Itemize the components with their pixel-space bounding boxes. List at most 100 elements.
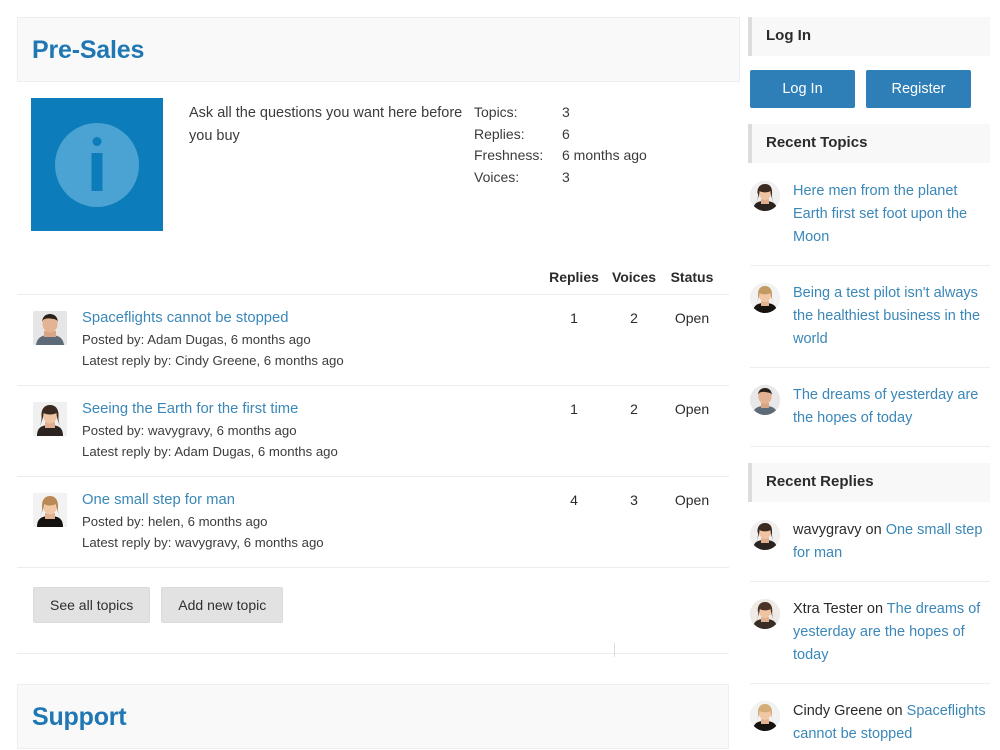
avatar <box>33 493 67 527</box>
topic-title-link[interactable]: Spaceflights cannot be stopped <box>82 309 289 328</box>
column-header-voices: Voices <box>611 269 657 285</box>
topic-voices-count: 2 <box>630 310 638 326</box>
forum-page: Pre-Sales Ask all the questions you want… <box>0 0 1000 750</box>
stat-row: Voices: 3 <box>474 167 647 189</box>
avatar <box>750 520 780 550</box>
text-cursor-artifact <box>614 643 615 657</box>
list-item[interactable]: wavygravy on One small step for man <box>750 502 990 582</box>
forum-description: Ask all the questions you want here befo… <box>189 105 463 144</box>
avatar <box>750 181 780 211</box>
reply-author: wavygravy <box>793 522 862 538</box>
see-all-topics-button[interactable]: See all topics <box>33 587 151 623</box>
stat-label: Replies: <box>474 125 525 142</box>
avatar <box>750 283 780 313</box>
list-item-text: The dreams of yesterday are the hopes of… <box>780 384 986 430</box>
table-row[interactable]: One small step for man Posted by: helen,… <box>17 477 729 568</box>
status-badge: Open <box>674 492 710 508</box>
topic-posted-by: Posted by: helen, 6 months ago <box>82 514 268 529</box>
recent-topics-heading: Recent Topics <box>748 124 990 163</box>
avatar <box>33 402 67 436</box>
forum-action-buttons: See all topics Add new topic <box>17 568 729 654</box>
login-widget: Log In Log In Register <box>748 17 990 108</box>
support-forum-header[interactable]: Support <box>17 684 729 749</box>
recent-replies-heading: Recent Replies <box>748 463 990 502</box>
reply-author: Cindy Greene <box>793 703 883 719</box>
recent-topics-widget: Recent Topics Here men from the planet E… <box>748 124 990 447</box>
list-item-text: wavygravy on One small step for man <box>780 519 986 565</box>
recent-topic-link[interactable]: Here men from the planet Earth first set… <box>793 183 967 245</box>
support-title: Support <box>32 703 127 731</box>
avatar <box>750 385 780 415</box>
forum-description-block: Ask all the questions you want here befo… <box>17 82 740 251</box>
main-content-column: Pre-Sales Ask all the questions you want… <box>0 0 740 750</box>
stat-row: Topics: 3 <box>474 102 647 124</box>
topic-cell: Spaceflights cannot be stopped Posted by… <box>67 309 543 370</box>
list-item-text: Here men from the planet Earth first set… <box>780 180 986 249</box>
topic-replies-count: 1 <box>570 310 578 326</box>
add-new-topic-button[interactable]: Add new topic <box>161 587 284 623</box>
login-widget-buttons: Log In Register <box>748 56 990 108</box>
list-item[interactable]: Being a test pilot isn't always the heal… <box>750 266 990 368</box>
info-icon <box>31 98 163 231</box>
recent-topics-list: Here men from the planet Earth first set… <box>748 163 990 447</box>
stat-label: Topics: <box>474 104 518 120</box>
avatar <box>33 311 67 345</box>
topic-latest-reply: Latest reply by: wavygravy, 6 months ago <box>82 535 324 550</box>
topic-table-header: Replies Voices Status <box>17 269 729 295</box>
forum-header: Pre-Sales <box>17 17 740 82</box>
topic-latest-reply: Latest reply by: Cindy Greene, 6 months … <box>82 353 344 368</box>
stat-value: 6 <box>562 125 570 142</box>
recent-replies-list: wavygravy on One small step for man Xtra… <box>748 502 990 750</box>
login-button[interactable]: Log In <box>750 70 855 108</box>
topic-voices-count: 2 <box>630 401 638 417</box>
reply-connector: on <box>862 601 887 617</box>
status-badge: Open <box>674 310 710 326</box>
sidebar: Log In Log In Register Recent Topics Her… <box>740 0 1000 750</box>
avatar <box>750 599 780 629</box>
topic-replies-count: 4 <box>570 492 578 508</box>
page-title: Pre-Sales <box>32 36 145 64</box>
forum-meta-wrap: Ask all the questions you want here befo… <box>163 98 740 188</box>
recent-topic-link[interactable]: The dreams of yesterday are the hopes of… <box>793 387 978 426</box>
register-button[interactable]: Register <box>866 70 971 108</box>
recent-topic-link[interactable]: Being a test pilot isn't always the heal… <box>793 285 980 347</box>
topic-posted-by: Posted by: Adam Dugas, 6 months ago <box>82 332 311 347</box>
stat-row: Replies: 6 <box>474 124 647 146</box>
reply-connector: on <box>861 522 886 538</box>
table-row[interactable]: Seeing the Earth for the first time Post… <box>17 386 729 477</box>
stat-label: Voices: <box>474 168 520 185</box>
info-icon-circle <box>55 122 139 207</box>
stat-label: Freshness: <box>474 147 544 163</box>
topic-cell: Seeing the Earth for the first time Post… <box>67 400 543 461</box>
stat-value: 3 <box>562 168 570 185</box>
list-item[interactable]: Xtra Tester on The dreams of yesterday a… <box>750 582 990 684</box>
column-header-replies: Replies <box>549 269 599 285</box>
info-icon-stem <box>91 152 103 191</box>
topic-latest-reply: Latest reply by: Adam Dugas, 6 months ag… <box>82 444 338 459</box>
topic-replies-count: 1 <box>570 401 578 417</box>
recent-replies-widget: Recent Replies wavygravy on One small st… <box>748 463 990 750</box>
login-widget-heading: Log In <box>748 17 990 56</box>
list-item[interactable]: Cindy Greene on Spaceflights cannot be s… <box>750 684 990 750</box>
topic-voices-count: 3 <box>630 492 638 508</box>
forum-statistics: Topics: 3 Replies: 6 Freshness: 6 months… <box>474 102 647 188</box>
stat-row: Freshness: 6 months ago <box>474 145 647 167</box>
topic-cell: One small step for man Posted by: helen,… <box>67 491 543 552</box>
list-item[interactable]: Here men from the planet Earth first set… <box>750 163 990 266</box>
stat-value: 6 months ago <box>562 147 647 163</box>
topic-title-link[interactable]: One small step for man <box>82 491 235 510</box>
stat-value: 3 <box>562 104 570 120</box>
reply-connector: on <box>882 703 907 719</box>
list-item[interactable]: The dreams of yesterday are the hopes of… <box>750 368 990 447</box>
reply-author: Xtra Tester <box>793 601 863 617</box>
list-item-text: Cindy Greene on Spaceflights cannot be s… <box>780 700 986 746</box>
avatar <box>750 701 780 731</box>
topic-list-table: Replies Voices Status Spaceflights canno… <box>17 269 729 568</box>
list-item-text: Being a test pilot isn't always the heal… <box>780 282 986 351</box>
list-item-text: Xtra Tester on The dreams of yesterday a… <box>780 598 986 667</box>
topic-posted-by: Posted by: wavygravy, 6 months ago <box>82 423 297 438</box>
topic-title-link[interactable]: Seeing the Earth for the first time <box>82 400 298 419</box>
column-header-status: Status <box>670 269 714 285</box>
info-icon-dot <box>92 136 102 146</box>
table-row[interactable]: Spaceflights cannot be stopped Posted by… <box>17 295 729 386</box>
